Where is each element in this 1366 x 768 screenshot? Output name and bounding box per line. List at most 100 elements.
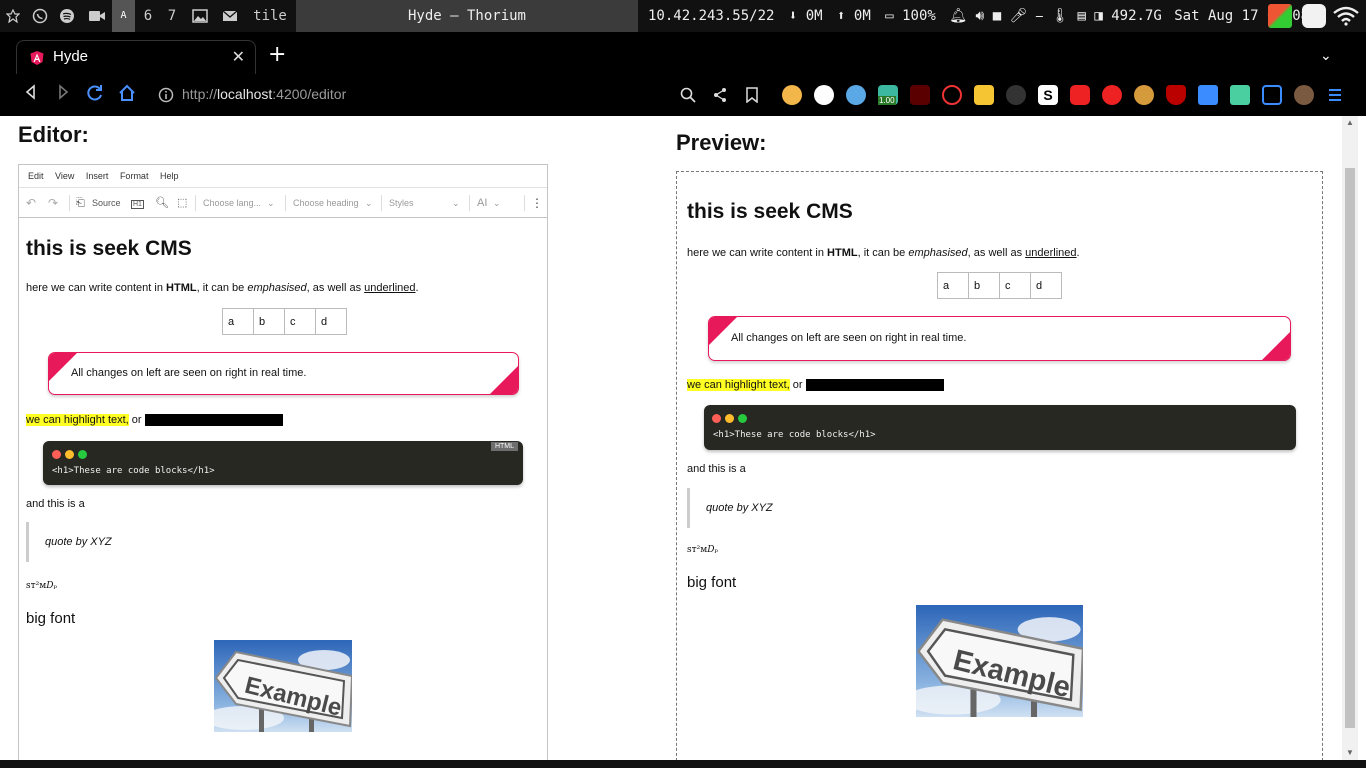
reload-icon [87, 85, 102, 101]
scroll-up-icon[interactable]: ▲ [1346, 118, 1354, 127]
wifi-icon[interactable] [1332, 6, 1360, 26]
table-cell: d [1030, 272, 1062, 299]
styles-dropdown[interactable]: Styles [389, 188, 414, 218]
table-cell[interactable]: a [222, 308, 254, 335]
chevron-down-icon: ⌄ [493, 198, 501, 208]
forward-button[interactable] [52, 84, 74, 106]
example-sign-image: Example [214, 640, 352, 732]
heading-dropdown[interactable]: Choose heading [293, 188, 359, 218]
menu-edit[interactable]: Edit [28, 165, 44, 188]
extension-github-icon[interactable] [814, 85, 834, 105]
side-panel-icon[interactable] [1262, 85, 1282, 105]
source-button[interactable]: Source [92, 188, 121, 218]
chevron-down-icon: ⌄ [452, 198, 460, 208]
whatsapp-icon[interactable] [32, 8, 48, 24]
extension-s-icon[interactable]: S [1038, 85, 1058, 105]
memory-icon: ▤ [1077, 8, 1086, 24]
tab-search-chevron-down-icon[interactable]: ⌄ [1320, 48, 1332, 64]
home-button[interactable] [116, 84, 138, 106]
menu-help[interactable]: Help [160, 165, 179, 188]
quote-text: quote by XYZ [45, 536, 112, 548]
extensions-puzzle-icon[interactable] [1198, 85, 1218, 105]
spotify-icon[interactable] [59, 8, 75, 24]
menu-view[interactable]: View [55, 165, 74, 188]
extension-red-icon[interactable] [910, 85, 930, 105]
extension-grey-icon[interactable] [1006, 85, 1026, 105]
launcher-icon[interactable] [6, 9, 20, 23]
new-tab-button[interactable]: + [268, 44, 286, 66]
zoom-icon[interactable] [680, 87, 696, 103]
mail-icon[interactable] [222, 9, 238, 23]
layout-mode-label[interactable]: tile [250, 0, 290, 32]
status-area: 10.42.243.55/22 ⬇ 0M ⬆ 0M ▭ 100% 🔔︎ 🔊︎ ■… [648, 0, 1309, 32]
url-path: :4200/editor [272, 86, 347, 102]
home-icon [119, 84, 135, 101]
image-viewer-icon[interactable] [192, 9, 208, 23]
scrollbar-thumb[interactable] [1345, 168, 1355, 728]
download-icon: ⬇ [788, 8, 798, 24]
extension-chat-icon[interactable] [1102, 85, 1122, 105]
table-cell[interactable]: d [315, 308, 347, 335]
extension-bulb-icon[interactable] [974, 85, 994, 105]
table-cell[interactable]: b [253, 308, 285, 335]
toolbar-divider [69, 195, 70, 211]
undo-icon[interactable]: ↶ [26, 188, 36, 218]
tray-white-app-icon[interactable] [1302, 4, 1326, 28]
microphone-icon[interactable]: 🎤︎ [1010, 8, 1028, 24]
code-text: <h1>These are code blocks</h1> [52, 466, 215, 476]
code-dot-yellow [65, 450, 74, 459]
find-replace-icon[interactable]: 🔍︎ [155, 188, 169, 218]
doc-table[interactable]: a b c d [222, 308, 347, 335]
tab-close-icon[interactable]: ✕ [232, 47, 245, 66]
extension-ublock-icon[interactable] [1166, 85, 1186, 105]
source-icon[interactable]: ⎗ [76, 188, 85, 218]
extension-gear-icon[interactable] [1134, 85, 1154, 105]
mic-icon[interactable]: ■ [993, 8, 1001, 24]
system-top-bar: A 6 7 tile Hyde – Thorium 10.42.243.55/2… [0, 0, 1366, 32]
heading-block-icon[interactable]: H1 [131, 188, 144, 220]
scroll-down-icon[interactable]: ▼ [1346, 748, 1354, 757]
editor-content[interactable]: this is seek CMS here we can write conte… [19, 219, 547, 760]
bell-icon[interactable]: 🔔︎ [949, 8, 967, 24]
tray-app-icon[interactable] [1268, 4, 1292, 28]
redo-icon[interactable]: ↷ [48, 188, 58, 218]
doc-title: this is seek CMS [26, 237, 192, 260]
window-bottom-edge [0, 760, 1366, 768]
browser-menu-icon[interactable] [1328, 87, 1342, 103]
preview-example-sign-image: Example [916, 605, 1083, 717]
workspace-6[interactable]: 6 [138, 0, 158, 32]
bookmark-icon[interactable] [745, 87, 759, 103]
site-info-icon[interactable] [158, 87, 174, 103]
video-icon[interactable] [88, 9, 106, 23]
extension-play-icon[interactable] [942, 85, 962, 105]
menu-insert[interactable]: Insert [86, 165, 109, 188]
workspace-active[interactable]: A [112, 0, 135, 32]
preview-callout-box: All changes on left are seen on right in… [708, 316, 1291, 361]
extension-flask-icon[interactable] [1230, 85, 1250, 105]
browser-tab-strip: Hyde ✕ + ⌄ [0, 32, 1366, 74]
share-icon[interactable] [712, 87, 728, 103]
tab-hyde[interactable]: Hyde ✕ [16, 40, 256, 74]
chevron-down-icon: ⌄ [365, 198, 373, 208]
more-options-icon[interactable]: ⋮ [531, 188, 543, 218]
preview-quote-text: quote by XYZ [706, 502, 773, 514]
profile-avatar[interactable] [1294, 85, 1314, 105]
code-block[interactable]: HTML <h1>These are code blocks</h1> [43, 441, 523, 485]
disk-free: 492.7G [1111, 8, 1162, 24]
address-bar-url[interactable]: http://localhost:4200/editor [182, 86, 346, 102]
extension-badge-icon[interactable]: 1.00 [878, 85, 898, 105]
extension-youtube-icon[interactable] [1070, 85, 1090, 105]
back-button[interactable] [20, 84, 42, 106]
volume-icon[interactable]: 🔊︎ [975, 8, 984, 24]
angular-favicon-icon [30, 51, 44, 65]
table-cell[interactable]: c [284, 308, 316, 335]
ai-assistant-button[interactable]: AI [477, 188, 487, 218]
page-scrollbar[interactable]: ▲ ▼ [1342, 116, 1358, 760]
disk-icon: ◨ [1094, 8, 1103, 24]
workspace-7[interactable]: 7 [162, 0, 182, 32]
menu-format[interactable]: Format [120, 165, 149, 188]
extension-blue-icon[interactable] [846, 85, 866, 105]
reload-button[interactable] [84, 84, 106, 106]
select-all-icon[interactable]: ⬚ [177, 188, 187, 218]
extension-emoji-icon[interactable] [782, 85, 802, 105]
